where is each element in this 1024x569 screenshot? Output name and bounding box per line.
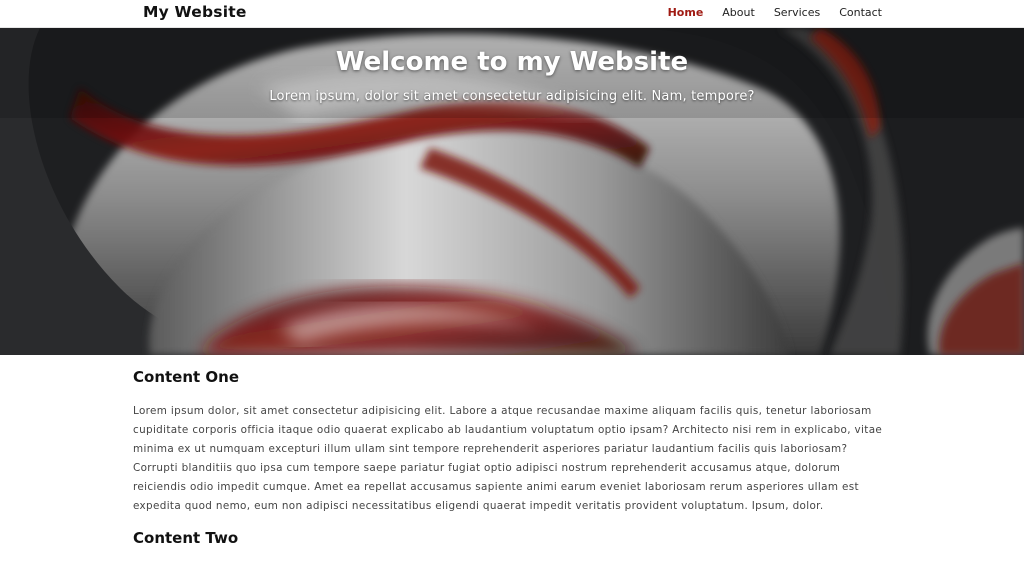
nav-link-about[interactable]: About <box>722 6 755 19</box>
section-heading-content-one: Content One <box>133 368 240 386</box>
hero-subtitle: Lorem ipsum, dolor sit amet consectetur … <box>269 89 755 104</box>
section-paragraph-content-one: Lorem ipsum dolor, sit amet consectetur … <box>133 405 883 512</box>
top-navbar: My Website Home About Services Contact <box>0 0 1024 28</box>
hero-banner: Welcome to my Website Lorem ipsum, dolor… <box>0 28 1024 355</box>
site-brand[interactable]: My Website <box>143 3 247 21</box>
main-nav: Home About Services Contact <box>668 6 882 19</box>
section-heading-content-two: Content Two <box>133 529 239 547</box>
nav-link-services[interactable]: Services <box>774 6 820 19</box>
hero-title: Welcome to my Website <box>335 47 689 78</box>
nav-link-contact[interactable]: Contact <box>839 6 882 19</box>
nav-link-home[interactable]: Home <box>668 6 704 19</box>
main-content: Content One Lorem ipsum dolor, sit amet … <box>0 355 1024 547</box>
